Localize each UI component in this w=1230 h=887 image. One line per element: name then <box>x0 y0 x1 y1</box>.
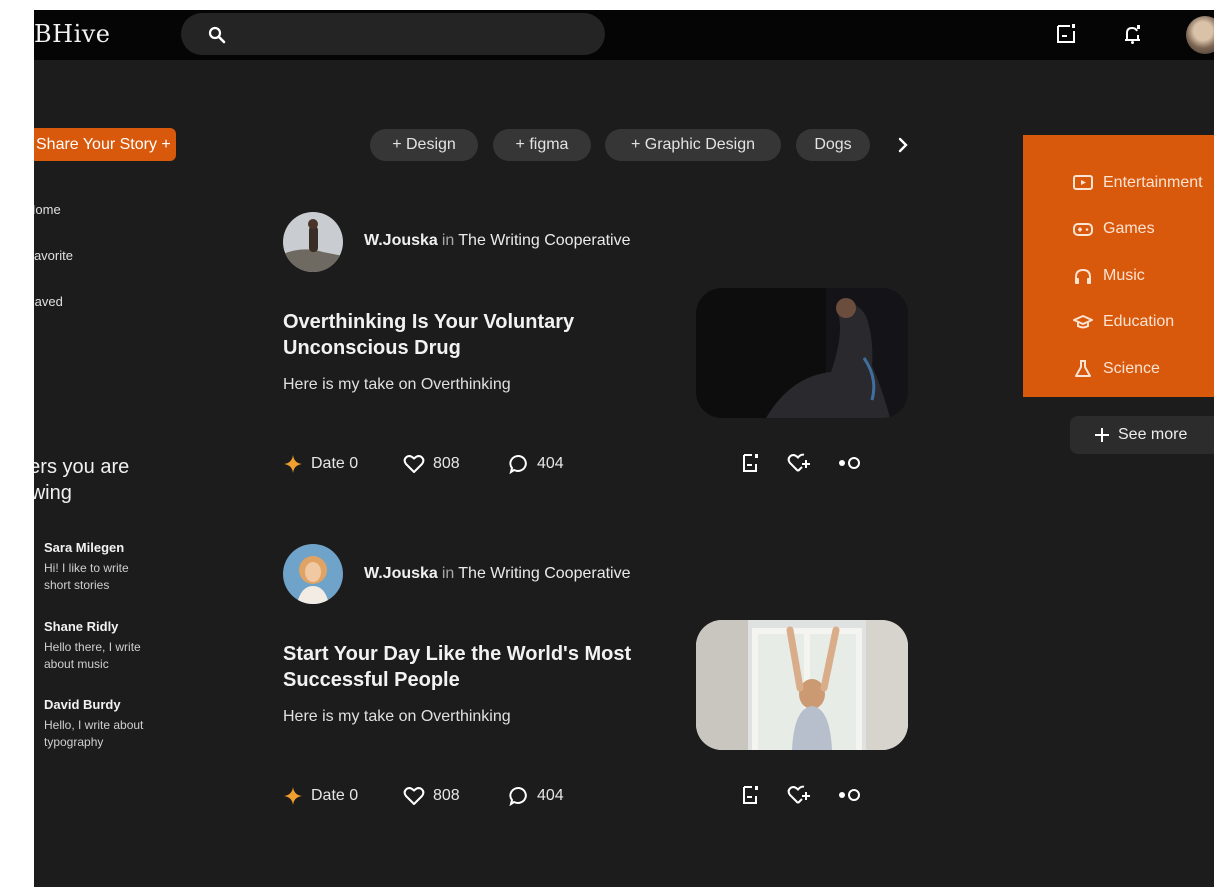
post-likes[interactable]: 808 <box>403 452 460 476</box>
post-comments-count: 404 <box>537 787 564 804</box>
tag-dogs[interactable]: Dogs <box>796 129 870 161</box>
chevron-right-icon[interactable] <box>896 135 910 155</box>
post-publication[interactable]: The Writing Cooperative <box>458 565 630 582</box>
heart-icon <box>403 787 425 805</box>
category-entertainment[interactable]: Entertainment <box>1073 171 1203 195</box>
category-games[interactable]: Games <box>1073 217 1155 241</box>
sidebar-item-favorite[interactable]: Favorite <box>34 248 73 263</box>
post-author-name[interactable]: W.Jouska <box>364 565 438 582</box>
more-options-icon[interactable] <box>837 452 863 474</box>
see-more-button[interactable]: See more <box>1070 416 1214 454</box>
post-thumbnail[interactable] <box>696 620 908 750</box>
plus-icon <box>1095 428 1109 442</box>
sparkle-icon <box>284 787 302 805</box>
comment-icon <box>509 787 527 806</box>
following-section-title: Writers you are following <box>34 456 130 504</box>
write-story-icon[interactable] <box>1054 22 1078 46</box>
post-thumbnail[interactable] <box>696 288 908 418</box>
post-author-avatar[interactable] <box>283 544 343 604</box>
post-date: Date 0 <box>283 784 358 808</box>
bookmark-add-icon[interactable] <box>741 784 761 806</box>
graduation-cap-icon <box>1073 315 1093 329</box>
post-publication[interactable]: The Writing Cooperative <box>458 232 630 249</box>
app-window: BHive Share Your Story + Home Favorite S… <box>34 10 1214 887</box>
see-more-label: See more <box>1118 426 1188 443</box>
post-comments[interactable]: 404 <box>509 452 564 476</box>
tag-figma[interactable]: + figma <box>493 129 591 161</box>
share-your-story-button[interactable]: Share Your Story + <box>34 128 176 161</box>
post-date: Date 0 <box>283 452 358 476</box>
heart-add-icon[interactable] <box>787 452 813 474</box>
follower-bio: Hello, I write about typography <box>44 718 144 749</box>
headphones-icon <box>1075 268 1091 284</box>
comment-icon <box>509 455 527 474</box>
search-icon <box>208 26 226 44</box>
post-meta-bar: Date 0 808 404 <box>283 452 903 476</box>
user-avatar[interactable] <box>1186 16 1214 54</box>
category-label: Music <box>1103 267 1145 284</box>
post-likes[interactable]: 808 <box>403 784 460 808</box>
app-logo[interactable]: BHive <box>34 20 111 48</box>
post-title[interactable]: Start Your Day Like the World's Most Suc… <box>283 641 703 693</box>
following-item[interactable]: Sara Milegen Hi! I like to write short s… <box>44 540 184 594</box>
category-label: Education <box>1103 313 1175 330</box>
post-comments-count: 404 <box>537 455 564 472</box>
post-author-avatar[interactable] <box>283 212 343 272</box>
category-science[interactable]: Science <box>1073 357 1160 381</box>
heart-icon <box>403 455 425 473</box>
follower-bio: Hello there, I write about music <box>44 640 141 671</box>
post-likes-count: 808 <box>433 787 460 804</box>
more-options-icon[interactable] <box>837 784 863 806</box>
categories-panel: Entertainment Games Music Education Scie… <box>1023 135 1214 397</box>
notification-bell-icon[interactable] <box>1121 22 1145 46</box>
post-meta-bar: Date 0 808 404 <box>283 784 903 808</box>
post-date-label: Date 0 <box>311 455 359 472</box>
search-input[interactable] <box>181 13 605 55</box>
follower-name: Sara Milegen <box>44 540 125 555</box>
category-label: Science <box>1103 360 1160 377</box>
sparkle-icon <box>284 455 302 473</box>
follower-bio: Hi! I like to write short stories <box>44 561 129 592</box>
heart-add-icon[interactable] <box>787 784 813 806</box>
tag-design[interactable]: + Design <box>370 129 478 161</box>
category-label: Entertainment <box>1103 174 1203 191</box>
bookmark-add-icon[interactable] <box>741 452 761 474</box>
following-item[interactable]: Shane Ridly Hello there, I write about m… <box>44 619 184 673</box>
tag-graphic-design[interactable]: + Graphic Design <box>605 129 781 161</box>
follower-name: David Burdy <box>44 697 121 712</box>
top-bar: BHive <box>34 10 1214 60</box>
post-title[interactable]: Overthinking Is Your Voluntary Unconscio… <box>283 309 683 361</box>
byline-in: in <box>441 565 455 582</box>
category-education[interactable]: Education <box>1073 310 1174 334</box>
post-subtitle: Here is my take on Overthinking <box>283 376 511 393</box>
sidebar-item-saved[interactable]: Saved <box>34 294 63 309</box>
post-byline: W.Jouska in The Writing Cooperative <box>364 232 631 250</box>
gamepad-icon <box>1073 223 1093 236</box>
post-comments[interactable]: 404 <box>509 784 564 808</box>
post-likes-count: 808 <box>433 455 460 472</box>
sidebar-item-home[interactable]: Home <box>34 202 61 217</box>
flask-icon <box>1075 360 1091 377</box>
post-byline: W.Jouska in The Writing Cooperative <box>364 565 631 583</box>
byline-in: in <box>441 232 455 249</box>
post-subtitle: Here is my take on Overthinking <box>283 708 511 725</box>
category-music[interactable]: Music <box>1073 264 1145 288</box>
follower-name: Shane Ridly <box>44 619 119 634</box>
post-author-name[interactable]: W.Jouska <box>364 232 438 249</box>
tv-icon <box>1073 175 1093 190</box>
post-date-label: Date 0 <box>311 787 359 804</box>
category-label: Games <box>1103 220 1155 237</box>
following-item[interactable]: David Burdy Hello, I write about typogra… <box>44 697 184 751</box>
